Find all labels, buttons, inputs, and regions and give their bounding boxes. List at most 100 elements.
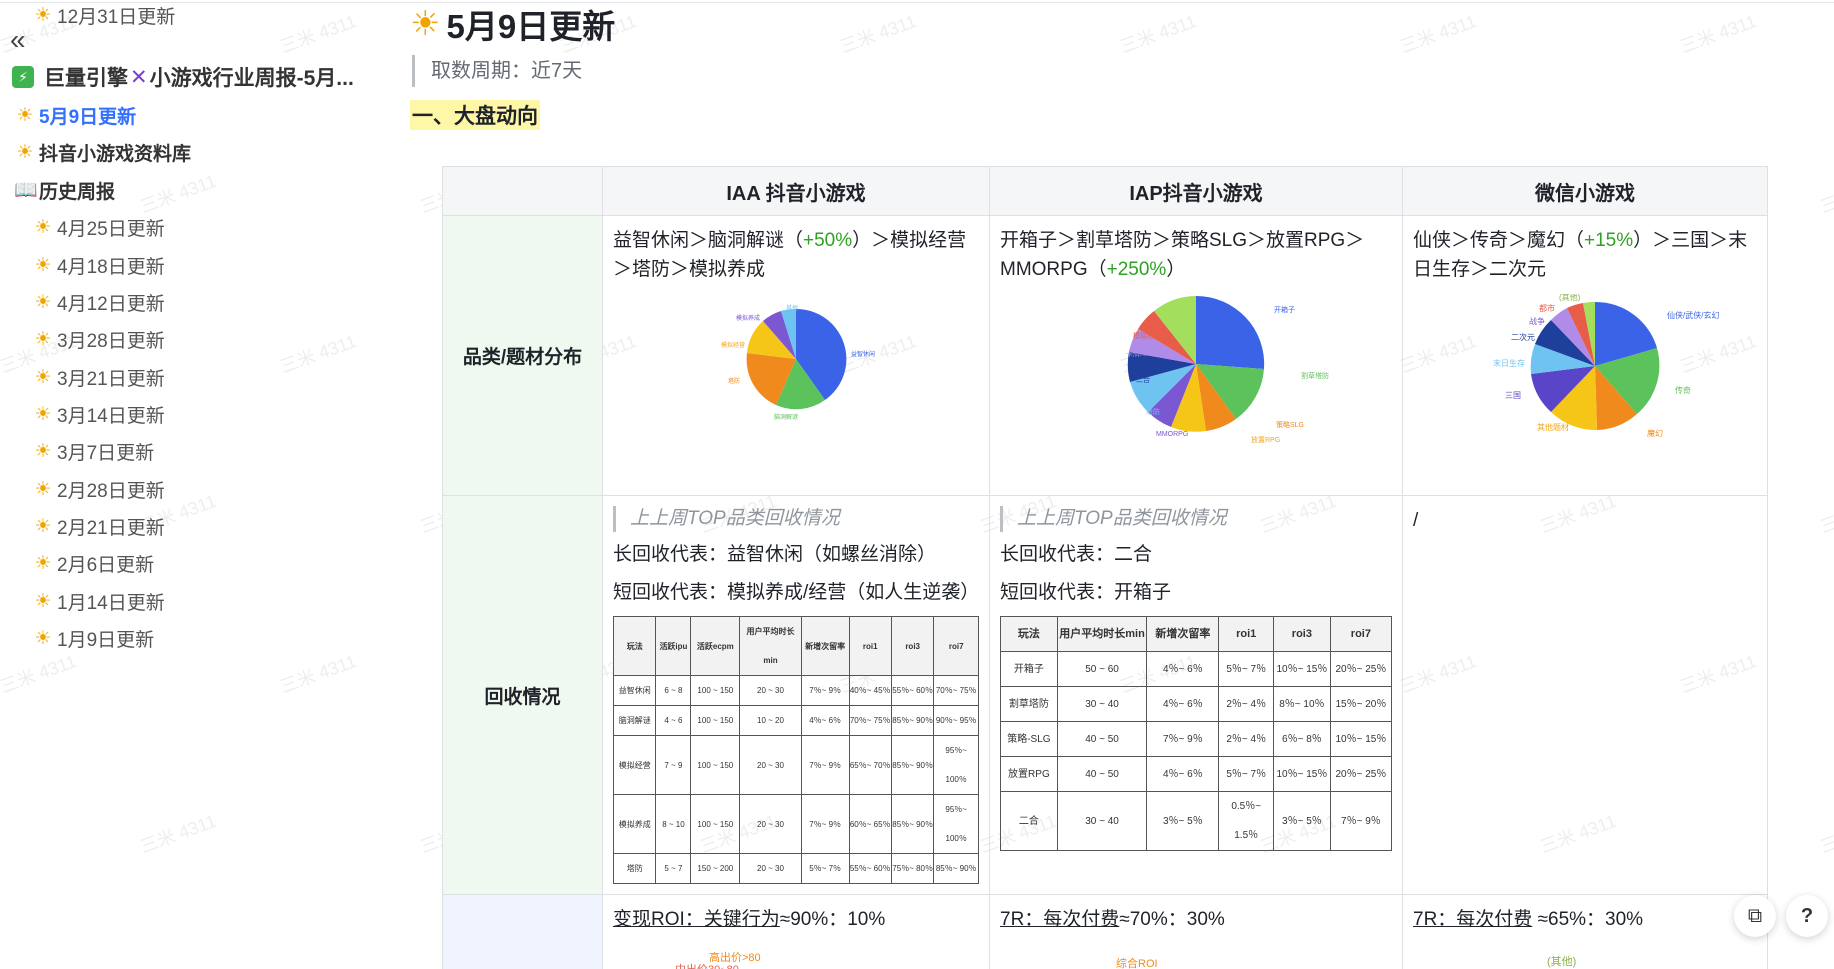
mini-cell: 100 ~ 150 xyxy=(690,705,741,736)
sidebar-item-15[interactable]: ☀ 12月31日更新 xyxy=(32,0,175,30)
mini-cell: 4％~ 6％ xyxy=(1146,651,1220,687)
sidebar-item-10[interactable]: ☀ 2月28日更新 xyxy=(32,474,164,504)
iap-pie-chart: 开箱子 割草塔防 策略SLG 放置RPG MMORPG 塔防 二合 卡牌RPG … xyxy=(1000,294,1392,444)
sidebar-item-1[interactable]: ☀ 抖音小游戏资料库 xyxy=(14,137,191,167)
mini-header-cell: roi3 xyxy=(890,616,935,676)
col-header-iap: IAP抖音小游戏 xyxy=(989,166,1403,216)
sidebar-item-5[interactable]: ☀ 4月12日更新 xyxy=(32,287,164,317)
wx-pie-label-5: 三国 xyxy=(1505,391,1521,400)
sidebar-item-4[interactable]: ☀ 4月18日更新 xyxy=(32,250,164,280)
sidebar-item-label: 5月9日更新 xyxy=(39,106,137,128)
mini-header-cell: 玩法 xyxy=(612,616,657,676)
sidebar-root-doc[interactable]: ⚡ 巨量引擎 ✕ 小游戏行业周报-5月... xyxy=(12,62,354,92)
cell-iap-distribution: 开箱子＞割草塔防＞策略SLG＞放置RPG＞MMORPG（+250%） 开箱子 割… xyxy=(989,215,1403,496)
iaa-pie-label-2: 脑洞解谜 xyxy=(774,413,798,421)
wx-recovery-text: / xyxy=(1413,510,1419,531)
mini-cell: 7％~ 9％ xyxy=(1146,721,1220,757)
root-label-a: 巨量引擎 xyxy=(44,67,128,90)
root-label-b: 小游戏行业周报-5月... xyxy=(149,67,354,90)
mini-cell: 90％~ 95％ xyxy=(933,705,979,736)
sidebar-item-14[interactable]: ☀ 1月9日更新 xyxy=(32,623,154,653)
iaa-roi-key: 变现ROI：关键行为 xyxy=(613,909,780,930)
iap-pie-label-7: 二合 xyxy=(1136,375,1150,384)
mini-cell: 10％~ 15％ xyxy=(1273,756,1331,792)
wx-pie-label-7: 二次元 xyxy=(1511,332,1535,342)
sun-icon: ☀ xyxy=(34,515,52,537)
mini-header-cell: 玩法 xyxy=(1000,616,1058,652)
cell-iaa-monetization: 变现ROI：关键行为≈90%：10% 高出价>80 中出价30~80 xyxy=(602,894,990,969)
bolt-icon: ⚡ xyxy=(12,66,34,88)
sun-icon: ☀ xyxy=(34,627,52,649)
mini-cell: 20％~ 25％ xyxy=(1329,756,1393,792)
sidebar-item-13[interactable]: ☀ 1月14日更新 xyxy=(32,586,164,616)
sun-icon: ☀ xyxy=(34,216,52,238)
mini-cell: 塔防 xyxy=(612,853,657,884)
sidebar-item-7[interactable]: ☀ 3月21日更新 xyxy=(32,362,164,392)
iaa-roi-rest: ≈90%：10% xyxy=(779,909,886,930)
iaa-pie-label-6: 其他 xyxy=(786,304,798,312)
mini-cell: 15％~ 20％ xyxy=(1329,686,1393,722)
cell-wx-distribution: 仙侠＞传奇＞魔幻（+15%）＞三国＞末日生存＞二次元 仙侠/武侠/玄幻 传奇 魔… xyxy=(1402,215,1768,496)
mini-cell: 4 ~ 6 xyxy=(655,705,692,736)
mini-cell: 5％~ 7％ xyxy=(1218,651,1274,687)
mini-cell: 95％~ 100％ xyxy=(933,794,979,854)
copy-icon[interactable]: ⧉ xyxy=(1734,895,1776,937)
iap-roi-rest: ≈70%：30% xyxy=(1119,909,1225,930)
iap-pie-label-3: 策略SLG xyxy=(1276,420,1304,429)
overview-table: IAA 抖音小游戏 IAP抖音小游戏 微信小游戏 品类/题材分布 益智休闲＞脑洞… xyxy=(442,166,1768,969)
table-row: 开箱子 50 ~ 60 4％~ 6％ 5％~ 7％ 10％~ 15％ 20％~ 25％ xyxy=(1000,651,1393,687)
mini-cell: 2％~ 4％ xyxy=(1218,721,1274,757)
sun-icon: ☀ xyxy=(34,4,52,26)
table-row: 模拟经营 7 ~ 9 100 ~ 150 20 ~ 30 7％~ 9％ 65％~ 70％ 8… xyxy=(612,735,979,795)
double-chevron-left-icon[interactable]: « xyxy=(10,26,26,54)
wx-pie-label-6: 末日生存 xyxy=(1493,358,1525,368)
wx-pie-label-3: 魔幻 xyxy=(1647,428,1663,438)
mini-cell: 10％~ 15％ xyxy=(1329,721,1393,757)
row-label-monetization xyxy=(442,894,603,969)
mini-cell: 100 ~ 150 xyxy=(690,735,741,795)
mini-cell: 二合 xyxy=(1000,791,1058,851)
sun-icon: ☀ xyxy=(34,366,52,388)
mini-cell: 85％~ 90％ xyxy=(890,794,935,854)
iaa-dist-pct: +50% xyxy=(803,230,853,251)
table-row: 二合 30 ~ 40 3％~ 5％ 0.5％~ 1.5％ 3％~ 5％ 7％~ 9％ xyxy=(1000,791,1393,851)
iaa-recovery-table: 玩法 活跃ipu 活跃ecpm 用户平均时长min 新增次留率 roi1 roi3 roi7 益… xyxy=(612,616,979,884)
mini-cell: 70％~ 75％ xyxy=(848,705,892,736)
mini-cell: 2％~ 4％ xyxy=(1218,686,1274,722)
mini-cell: 4％~ 6％ xyxy=(1146,686,1220,722)
cell-wx-monetization: 7R：每次付费 ≈65%：30% (其他) xyxy=(1402,894,1768,969)
sidebar-item-3[interactable]: ☀ 4月25日更新 xyxy=(32,212,164,242)
wx-pie-label-1: 仙侠/武侠/玄幻 xyxy=(1667,310,1719,320)
cell-iap-recovery: 上上周TOP品类回收情况 长回收代表：二合 短回收代表：开箱子 玩法 用户平均时长… xyxy=(989,495,1403,895)
mini-cell: 模拟经营 xyxy=(612,735,657,795)
cell-wx-recovery: / xyxy=(1402,495,1768,895)
mini-header-cell: roi7 xyxy=(933,616,979,676)
mini-cell: 150 ~ 200 xyxy=(690,853,741,884)
wx-pie-label-10: (其他) xyxy=(1559,294,1581,302)
sidebar-item-6[interactable]: ☀ 3月28日更新 xyxy=(32,324,164,354)
sidebar-item-9[interactable]: ☀ 3月7日更新 xyxy=(32,436,154,466)
iap-pie-label-4: 放置RPG xyxy=(1251,435,1280,444)
sun-icon: ☀ xyxy=(34,440,52,462)
wx-dist-a: 仙侠＞传奇＞魔幻（ xyxy=(1413,230,1585,251)
sidebar-item-8[interactable]: ☀ 3月14日更新 xyxy=(32,399,164,429)
help-icon[interactable]: ? xyxy=(1786,895,1828,937)
wx-roi-key: 7R：每次付费 xyxy=(1413,909,1533,930)
mini-cell: 55％~ 60％ xyxy=(848,853,892,884)
col-header-wx: 微信小游戏 xyxy=(1402,166,1768,216)
mini-cell: 50 ~ 60 xyxy=(1056,651,1148,687)
mini-header-cell: 用户平均时长min xyxy=(739,616,802,676)
mini-cell: 4％~ 6％ xyxy=(1146,756,1220,792)
sidebar-item-0[interactable]: ☀ 5月9日更新 xyxy=(14,100,136,130)
iaa-pie-label-3: 模拟经营 xyxy=(721,341,745,349)
iap-dist-pct: +250% xyxy=(1106,259,1167,280)
sidebar-item-11[interactable]: ☀ 2月21日更新 xyxy=(32,511,164,541)
table-row: 策略-SLG 40 ~ 50 7％~ 9％ 2％~ 4％ 6％~ 8％ 10％~ 15％ xyxy=(1000,721,1393,757)
wx-pie-label-4: 其他题材 xyxy=(1537,422,1569,432)
mini-cell: 模拟养成 xyxy=(612,794,657,854)
sidebar-item-12[interactable]: ☀ 2月6日更新 xyxy=(32,548,154,578)
sidebar-item-2[interactable]: 📖 历史周报 xyxy=(14,175,115,205)
mini-cell: 55％~ 60％ xyxy=(890,675,935,706)
iaa-pie-label-4: 塔防 xyxy=(728,377,740,385)
iap-pie-label-5: MMORPG xyxy=(1156,431,1188,438)
